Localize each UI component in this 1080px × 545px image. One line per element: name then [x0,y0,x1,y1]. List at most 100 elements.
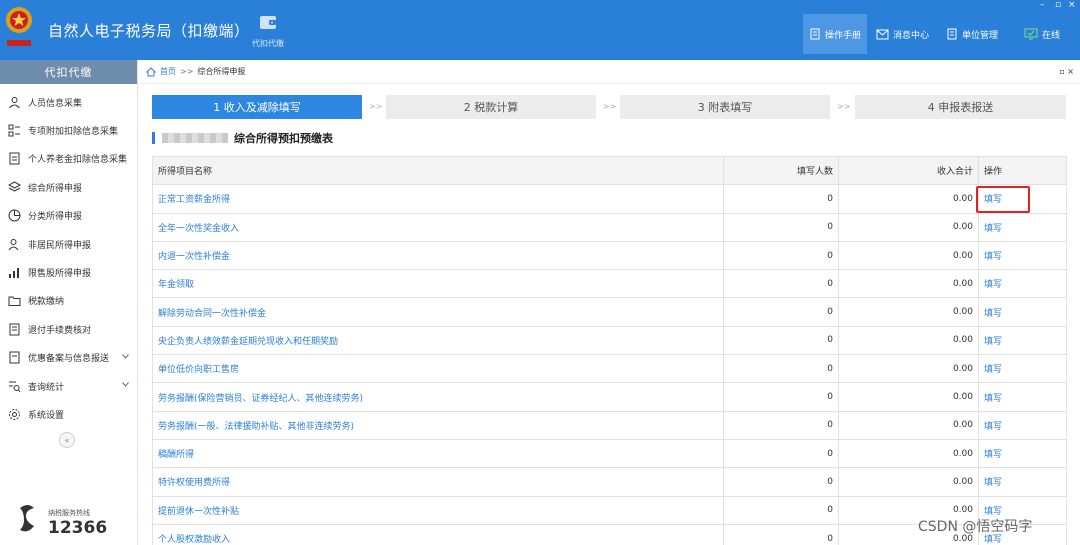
table-row: 特许权使用费所得 0 0.00 填写 [152,467,1067,497]
fill-link[interactable]: 填写 [978,269,1067,299]
income-item-link[interactable]: 正常工资薪金所得 [152,184,724,214]
sidebar-item-label: 人员信息采集 [28,98,83,109]
sidebar-item-label: 综合所得申报 [28,183,83,194]
table-row: 单位低价向职工售房 0 0.00 填写 [152,354,1067,384]
section-header: 综合所得预扣预缴表 [152,130,333,146]
income-cell: 0.00 [838,382,979,412]
breadcrumb-current: 综合所得申报 [197,67,246,76]
table-row: 劳务报酬(一般、法律援助补贴、其他非连续劳务) 0 0.00 填写 [152,410,1067,440]
monitor-icon [1024,28,1038,40]
step-schedule-filling[interactable]: 3 附表填写 [620,95,830,119]
phone-headset-icon [20,505,34,532]
sidebar-title: 代扣代缴 [0,60,137,84]
income-item-link[interactable]: 内退一次性补偿金 [152,240,724,271]
hotline: 纳税服务热线 12366 [14,502,134,540]
table-header-row: 所得项目名称 填写人数 收入合计 操作 [152,155,1067,186]
sidebar-item-label: 非居民所得申报 [28,240,92,251]
highlight-annotation-box [976,186,1030,213]
income-item-link[interactable]: 特许权使用费所得 [152,467,724,497]
fill-link[interactable]: 填写 [978,297,1067,327]
sidebar-item-nonresident-income[interactable]: 非居民所得申报 [0,230,137,258]
sidebar-item-system-settings[interactable]: 系统设置 [0,400,137,428]
fill-link[interactable]: 填写 [978,438,1067,469]
income-cell: 0.00 [838,354,979,384]
breadcrumb-home-link[interactable]: 首页 [160,66,176,77]
sidebar-collapse-button[interactable]: « [59,432,75,448]
table-row: 劳务报酬(保险营销员、证券经纪人、其他连续劳务) 0 0.00 填写 [152,382,1067,412]
breadcrumb-separator: >> [180,67,194,76]
minimize-button[interactable]: – [1040,0,1045,10]
step-arrow: >> [837,102,851,111]
sidebar-item-label: 限售股所得申报 [28,269,92,280]
income-item-link[interactable]: 年金领取 [152,269,724,299]
count-cell: 0 [723,269,839,299]
fill-link[interactable]: 填写 [978,410,1067,440]
income-cell: 0.00 [838,325,979,356]
home-icon [146,66,156,76]
close-button[interactable]: × [1068,0,1076,10]
sidebar-item-label: 分类所得申报 [28,212,83,223]
fill-link[interactable]: 填写 [978,467,1067,497]
income-item-link[interactable]: 个人股权激励收入 [152,523,724,545]
income-item-link[interactable]: 劳务报酬(一般、法律援助补贴、其他非连续劳务) [152,410,724,440]
income-item-link[interactable]: 央企负责人绩效薪金延期兑现收入和任期奖励 [152,325,724,356]
section-accent-bar [152,132,155,144]
query-icon [9,381,21,392]
building-icon [947,28,957,40]
income-cell: 0.00 [838,212,979,242]
fill-link[interactable]: 填写 [978,354,1067,384]
table-row: 全年一次性奖金收入 0 0.00 填写 [152,212,1067,242]
count-cell: 0 [723,325,839,356]
sidebar: 代扣代缴 人员信息采集 专项附加扣除信息采集 个人养老金扣除信息采集 综合所得申… [0,60,138,545]
income-cell: 0.00 [838,240,979,271]
manual-button[interactable]: 操作手册 [803,14,868,54]
panel-controls[interactable]: ▫ × [1059,67,1074,76]
column-header-income-total: 收入合计 [838,155,979,186]
sidebar-item-label: 系统设置 [28,410,65,421]
income-cell: 0.00 [838,467,979,497]
message-center-button[interactable]: 消息中心 [872,22,933,46]
tax-emblem-icon [6,7,32,46]
income-item-link[interactable]: 提前退休一次性补贴 [152,495,724,525]
fill-link[interactable]: 填写 [978,382,1067,412]
count-cell: 0 [723,354,839,384]
step-income-deduction[interactable]: 1 收入及减除填写 [152,95,362,119]
module-withholding-button[interactable]: 代扣代缴 [246,12,290,56]
online-status-button[interactable]: 在线 [1020,22,1064,46]
count-cell: 0 [723,438,839,469]
income-item-link[interactable]: 单位低价向职工售房 [152,354,724,384]
sidebar-item-tax-payment[interactable]: 税款缴纳 [0,287,137,315]
folder-icon [8,296,21,307]
income-item-link[interactable]: 稿酬所得 [152,438,724,469]
sidebar-item-comprehensive-income[interactable]: 综合所得申报 [0,173,137,201]
fill-link[interactable]: 填写 [978,240,1067,271]
document-icon [9,351,20,364]
maximize-button[interactable]: ▫ [1055,0,1061,10]
sidebar-item-classified-income[interactable]: 分类所得申报 [0,202,137,230]
unit-management-button[interactable]: 单位管理 [942,22,1002,46]
fill-link[interactable]: 填写 [978,212,1067,242]
fill-link[interactable]: 填写 [978,325,1067,356]
chevron-down-icon [122,382,129,387]
step-tax-calculation[interactable]: 2 税款计算 [386,95,596,119]
sidebar-item-special-deduction[interactable]: 专项附加扣除信息采集 [0,116,137,144]
sidebar-item-preferential-filing[interactable]: 优惠备案与信息报送 [0,344,137,372]
sidebar-item-pension-deduction[interactable]: 个人养老金扣除信息采集 [0,145,137,173]
sidebar-item-label: 税款缴纳 [28,297,65,308]
sidebar-item-person-info[interactable]: 人员信息采集 [0,88,137,116]
income-item-link[interactable]: 全年一次性奖金收入 [152,212,724,242]
mail-icon [876,29,889,39]
income-item-link[interactable]: 劳务报酬(保险营销员、证券经纪人、其他连续劳务) [152,382,724,412]
income-cell: 0.00 [838,297,979,327]
income-cell: 0.00 [838,184,979,214]
count-cell: 0 [723,410,839,440]
table-row: 年金领取 0 0.00 填写 [152,269,1067,299]
income-item-link[interactable]: 解除劳动合同一次性补偿金 [152,297,724,327]
sidebar-item-restricted-stock[interactable]: 限售股所得申报 [0,258,137,286]
user-search-icon [8,238,19,250]
receipt-icon [9,323,20,336]
sidebar-item-fee-refund[interactable]: 退付手续费核对 [0,315,137,343]
step-report-submit[interactable]: 4 申报表报送 [855,95,1066,119]
sidebar-item-query-statistics[interactable]: 查询统计 [0,372,137,400]
column-header-count: 填写人数 [723,155,839,186]
